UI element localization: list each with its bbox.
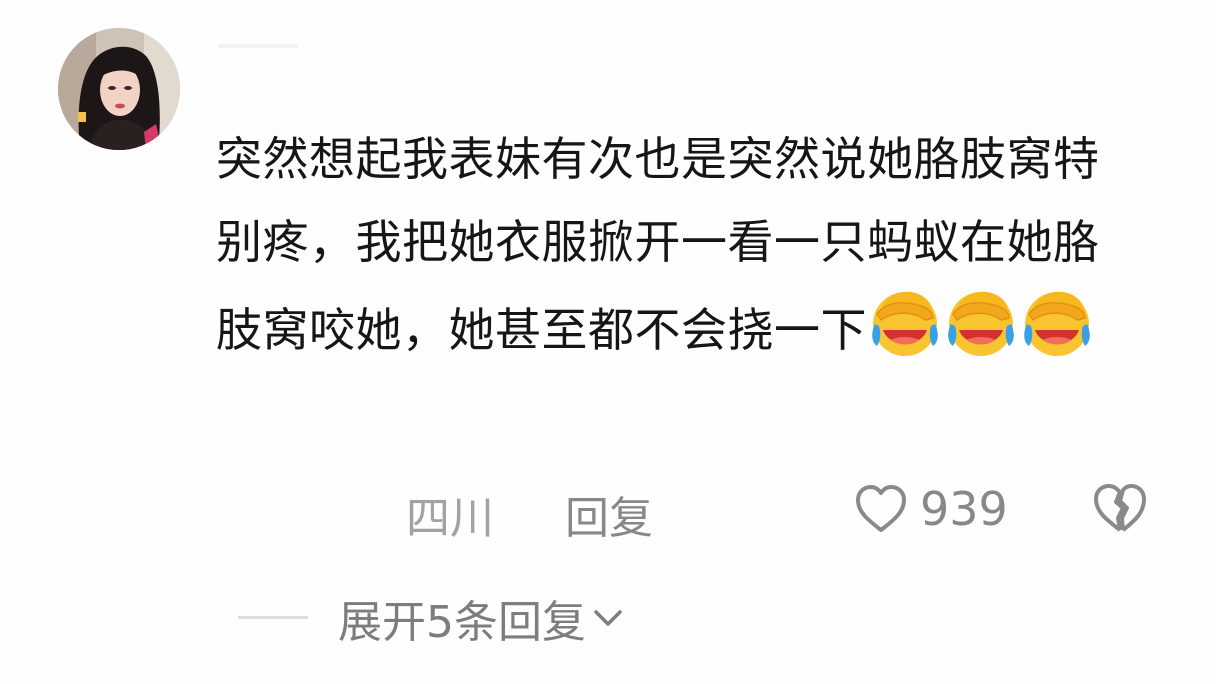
replies-divider [238,616,308,619]
emoji-group [867,284,1095,386]
comment-body: 突然想起我表妹有次也是突然说她胳肢窝特别疼，我把她衣服掀开一看一只蚂蚁在她胳肢窝… [216,118,1121,386]
reply-button[interactable]: 回复 [565,482,653,546]
comment-card: 突然想起我表妹有次也是突然说她胳肢窝特别疼，我把她衣服掀开一看一只蚂蚁在她胳肢窝… [0,0,1216,684]
location-label: 四川 [406,493,494,544]
like-button[interactable]: 939 [854,478,1008,540]
top-divider [218,44,298,48]
chevron-down-icon [594,610,622,626]
expand-replies-button[interactable]: 展开5条回复 [338,586,624,650]
avatar-photo [58,28,180,150]
facepalm-laughing-emoji [1024,291,1090,356]
facepalm-laughing-emoji [872,291,938,356]
like-count: 939 [920,482,1008,536]
facepalm-laughing-emoji [948,291,1014,356]
expand-replies-row: 展开5条回复 [0,586,1216,650]
avatar[interactable] [58,28,180,150]
heart-outline-icon [856,485,906,532]
expand-replies-label: 展开5条回复 [338,597,586,648]
comment-meta: 四川 回复 939 [0,478,1216,544]
broken-heart-icon[interactable] [1092,482,1148,534]
